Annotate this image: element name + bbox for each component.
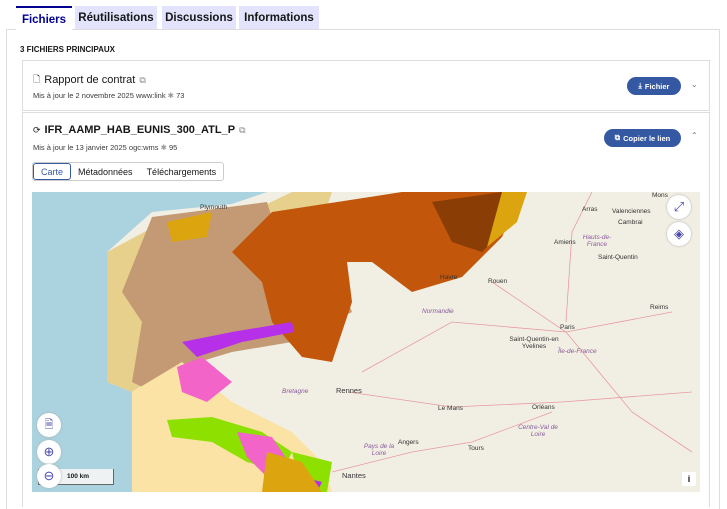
file-icon: 🗋 xyxy=(33,74,41,84)
map-label: Saint-Quentin-en Yvelines xyxy=(509,336,559,350)
map-region-label: Bretagne xyxy=(282,388,309,395)
tab-informations[interactable]: Informations xyxy=(239,6,319,30)
map-label: Arras xyxy=(582,206,598,213)
download-file-button[interactable]: ⤓ Fichier xyxy=(627,77,681,95)
map-label: Havre xyxy=(440,274,458,281)
map-label: Tours xyxy=(468,445,484,452)
copy-link-button[interactable]: ⧉ Copier le lien xyxy=(604,129,681,147)
file-title: Rapport de contrat xyxy=(44,74,136,86)
file-title: IFR_AAMP_HAB_EUNIS_300_ATL_P xyxy=(44,124,236,136)
map-label: Mons xyxy=(652,192,668,199)
file-meta: Mis à jour le 2 novembre 2025 www:link ✱… xyxy=(33,91,185,100)
map-region-label: Hauts-de-France xyxy=(582,234,612,248)
tab-fichiers[interactable]: Fichiers xyxy=(16,6,72,31)
copy-icon[interactable]: ⧉ xyxy=(239,125,245,136)
tab-reutilisations[interactable]: Réutilisations xyxy=(75,6,157,30)
map-region-label: Île-de-France xyxy=(558,348,597,355)
subtab-telechargements[interactable]: Téléchargements xyxy=(140,163,224,180)
sync-icon: ⟳ xyxy=(33,124,41,135)
map-label: Cambrai xyxy=(618,219,643,226)
download-count-icon: ✱ xyxy=(167,91,174,100)
chevron-down-icon[interactable]: ⌄ xyxy=(691,80,698,89)
fullscreen-icon[interactable]: ⤢ xyxy=(667,195,691,219)
copy-icon: ⧉ xyxy=(614,133,621,142)
subtab-carte[interactable]: Carte xyxy=(33,163,72,180)
subtab-metadonnees[interactable]: Métadonnées xyxy=(71,163,140,180)
download-count-icon: ✱ xyxy=(160,143,167,152)
zoom-out-icon[interactable]: ⊖ xyxy=(37,464,61,488)
section-heading: 3 FICHIERS PRINCIPAUX xyxy=(20,45,115,54)
file-card: 🗋 Rapport de contrat ⧉ Mis à jour le 2 n… xyxy=(22,60,710,111)
resource-subtabs: Carte Métadonnées Téléchargements xyxy=(32,162,225,181)
map-label: Rennes xyxy=(336,386,362,395)
map-label: Plymouth xyxy=(200,204,228,211)
map-region-label: Normandie xyxy=(422,308,454,315)
export-map-icon[interactable]: 🗎 xyxy=(37,413,61,437)
map-label: Nantes xyxy=(342,471,366,480)
map-label: Angers xyxy=(398,439,419,446)
chevron-up-icon[interactable]: ⌃ xyxy=(691,131,698,140)
map-region-label: Pays de la Loire xyxy=(363,443,395,457)
file-meta: Mis à jour le 13 janvier 2025 ogc:wms ✱ … xyxy=(33,143,178,152)
zoom-in-icon[interactable]: ⊕ xyxy=(37,440,61,464)
map-label: Amiens xyxy=(554,239,576,246)
map-label: Rouen xyxy=(488,278,508,285)
layers-icon[interactable]: ◈ xyxy=(667,222,691,246)
map-label: Saint-Quentin xyxy=(598,254,638,261)
map-label: Paris xyxy=(560,324,575,331)
download-icon: ⤓ xyxy=(638,81,642,90)
map-label: Valenciennes xyxy=(612,208,651,215)
attribution-info-icon[interactable]: i xyxy=(682,472,696,486)
map-view[interactable]: Plymouth Mons Arras Valenciennes Cambrai… xyxy=(32,192,700,492)
map-label: Orléans xyxy=(532,404,555,411)
copy-icon[interactable]: ⧉ xyxy=(139,75,145,86)
map-label: Le Mans xyxy=(438,405,463,412)
tab-discussions[interactable]: Discussions xyxy=(162,6,236,30)
file-title-row: 🗋 Rapport de contrat ⧉ xyxy=(33,72,146,88)
map-region-label: Centre-Val de Loire xyxy=(518,424,558,438)
file-title-row: ⟳ IFR_AAMP_HAB_EUNIS_300_ATL_P ⧉ xyxy=(33,124,246,136)
map-label: Reims xyxy=(650,304,669,311)
